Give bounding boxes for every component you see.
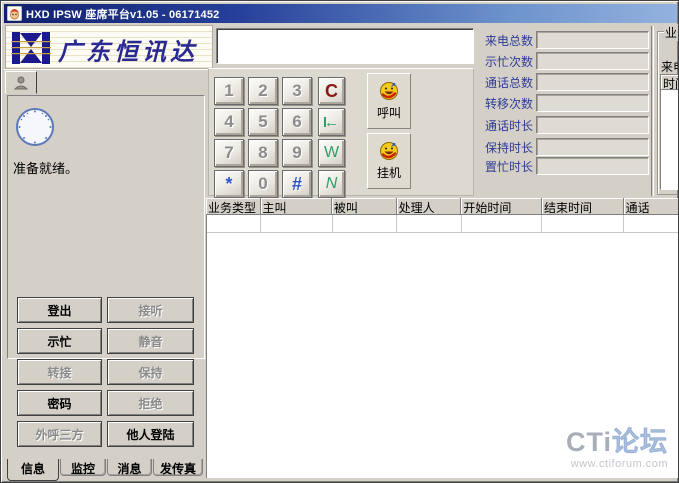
table-header-row: 业务类型 主叫 被叫 处理人 开始时间 结束时间 通话	[206, 198, 679, 215]
tab-monitor[interactable]: 监控	[60, 459, 106, 476]
keypad-key-n[interactable]: N	[318, 170, 345, 198]
watermark-forum: 论坛	[612, 427, 668, 457]
mute-button[interactable]: 静音	[107, 328, 194, 354]
keypad-panel: 1 2 3 C 4 5 6 ← 7 8 9 W * 0 # N	[208, 68, 474, 196]
tab-info[interactable]: 信息	[7, 459, 59, 481]
keypad-key-clear[interactable]: C	[318, 77, 345, 105]
watermark-url: www.ctiforum.com	[566, 459, 668, 470]
keypad-key-3[interactable]: 3	[282, 77, 312, 105]
empty-table-row	[207, 215, 679, 233]
tab-fax[interactable]: 发传真	[153, 459, 203, 476]
time-column-header: 时间	[661, 75, 679, 90]
col-end-time[interactable]: 结束时间	[542, 198, 624, 215]
incoming-call-list[interactable]: 时间	[660, 74, 679, 190]
col-talk[interactable]: 通话	[624, 198, 679, 215]
brand-logo-icon	[11, 30, 51, 66]
business-group-label: 业务	[664, 24, 679, 41]
keypad-key-0[interactable]: 0	[248, 170, 278, 198]
hold-button[interactable]: 保持	[107, 359, 194, 385]
logout-button[interactable]: 登出	[17, 297, 102, 323]
keypad-key-w[interactable]: W	[318, 139, 345, 167]
watermark-cti: CTi	[566, 427, 612, 457]
business-group: 业务 来电 时间	[657, 31, 679, 195]
call-smiley-icon	[379, 81, 399, 101]
keypad-key-star[interactable]: *	[214, 170, 244, 198]
stat-row: 保持时长	[461, 138, 679, 156]
call-record-table: 业务类型 主叫 被叫 处理人 开始时间 结束时间 通话 CTi论坛	[206, 198, 679, 478]
transfer-button[interactable]: 转接	[17, 359, 102, 385]
show-busy-button[interactable]: 示忙	[17, 328, 102, 354]
brand-name: 广东恒讯达	[58, 32, 198, 67]
stat-value-busy-count	[536, 52, 649, 70]
window-title: HXD IPSW 座席平台v1.05 - 06171452	[26, 6, 220, 22]
keypad-key-6[interactable]: 6	[282, 108, 312, 136]
keypad-key-7[interactable]: 7	[214, 139, 244, 167]
reject-button[interactable]: 拒绝	[107, 390, 194, 416]
call-record-list[interactable]: CTi论坛 www.ctiforum.com	[206, 215, 679, 478]
stat-value-talk-duration	[536, 116, 649, 134]
app-icon	[7, 6, 22, 21]
col-start-time[interactable]: 开始时间	[461, 198, 542, 215]
watermark: CTi论坛 www.ctiforum.com	[566, 429, 668, 470]
stat-value-incoming-total	[536, 31, 649, 49]
keypad-key-5[interactable]: 5	[248, 108, 278, 136]
clock-icon	[14, 106, 56, 148]
tab-message[interactable]: 消息	[107, 459, 152, 476]
stat-value-set-busy-duration	[536, 157, 649, 175]
stat-label-incoming-total: 来电总数	[461, 32, 533, 49]
keypad-key-8[interactable]: 8	[248, 139, 278, 167]
hangup-button[interactable]: 挂机	[367, 133, 411, 189]
stat-row: 置忙时长	[461, 157, 679, 175]
keypad-key-9[interactable]: 9	[282, 139, 312, 167]
stat-label-busy-count: 示忙次数	[461, 53, 533, 70]
stat-row: 示忙次数	[461, 52, 679, 70]
keypad-key-2[interactable]: 2	[248, 77, 278, 105]
col-caller[interactable]: 主叫	[261, 198, 332, 215]
hangup-button-label: 挂机	[377, 164, 401, 181]
stat-value-call-total	[536, 73, 649, 91]
agent-panel: 准备就绪。 登出 接听 示忙 静音 转接 保持 密码 拒绝 外呼三方 他人登陆 …	[4, 69, 208, 481]
brand-logo-panel: 广东恒讯达	[5, 25, 213, 69]
title-bar[interactable]: HXD IPSW 座席平台v1.05 - 06171452	[4, 4, 677, 23]
stat-row: 来电总数	[461, 31, 679, 49]
panel-divider	[651, 26, 654, 196]
col-callee[interactable]: 被叫	[332, 198, 397, 215]
stat-row: 通话时长	[461, 116, 679, 134]
keypad-key-4[interactable]: 4	[214, 108, 244, 136]
other-login-button[interactable]: 他人登陆	[107, 421, 194, 447]
stat-value-transfer-count	[536, 94, 649, 112]
password-button[interactable]: 密码	[17, 390, 102, 416]
agent-person-icon	[13, 75, 29, 91]
answer-button[interactable]: 接听	[107, 297, 194, 323]
incoming-call-label: 来电	[661, 58, 679, 75]
col-handler[interactable]: 处理人	[397, 198, 462, 215]
call-button[interactable]: 呼叫	[367, 73, 411, 129]
hangup-smiley-icon	[379, 141, 399, 161]
call-button-label: 呼叫	[377, 104, 401, 121]
stat-value-hold-duration	[536, 138, 649, 156]
stat-row: 转移次数	[461, 94, 679, 112]
app-window: HXD IPSW 座席平台v1.05 - 06171452 广东恒讯达 来电总数…	[0, 0, 679, 483]
col-business-type[interactable]: 业务类型	[206, 198, 261, 215]
keypad-key-1[interactable]: 1	[214, 77, 244, 105]
agent-mini-tab[interactable]	[5, 71, 37, 94]
outbound-threeway-button[interactable]: 外呼三方	[17, 421, 102, 447]
status-message: 准备就绪。	[13, 158, 78, 177]
dial-number-input[interactable]	[216, 28, 474, 64]
stat-row: 通话总数	[461, 73, 679, 91]
keypad-key-hash[interactable]: #	[282, 170, 312, 198]
keypad-key-backspace[interactable]: ←	[318, 108, 345, 136]
